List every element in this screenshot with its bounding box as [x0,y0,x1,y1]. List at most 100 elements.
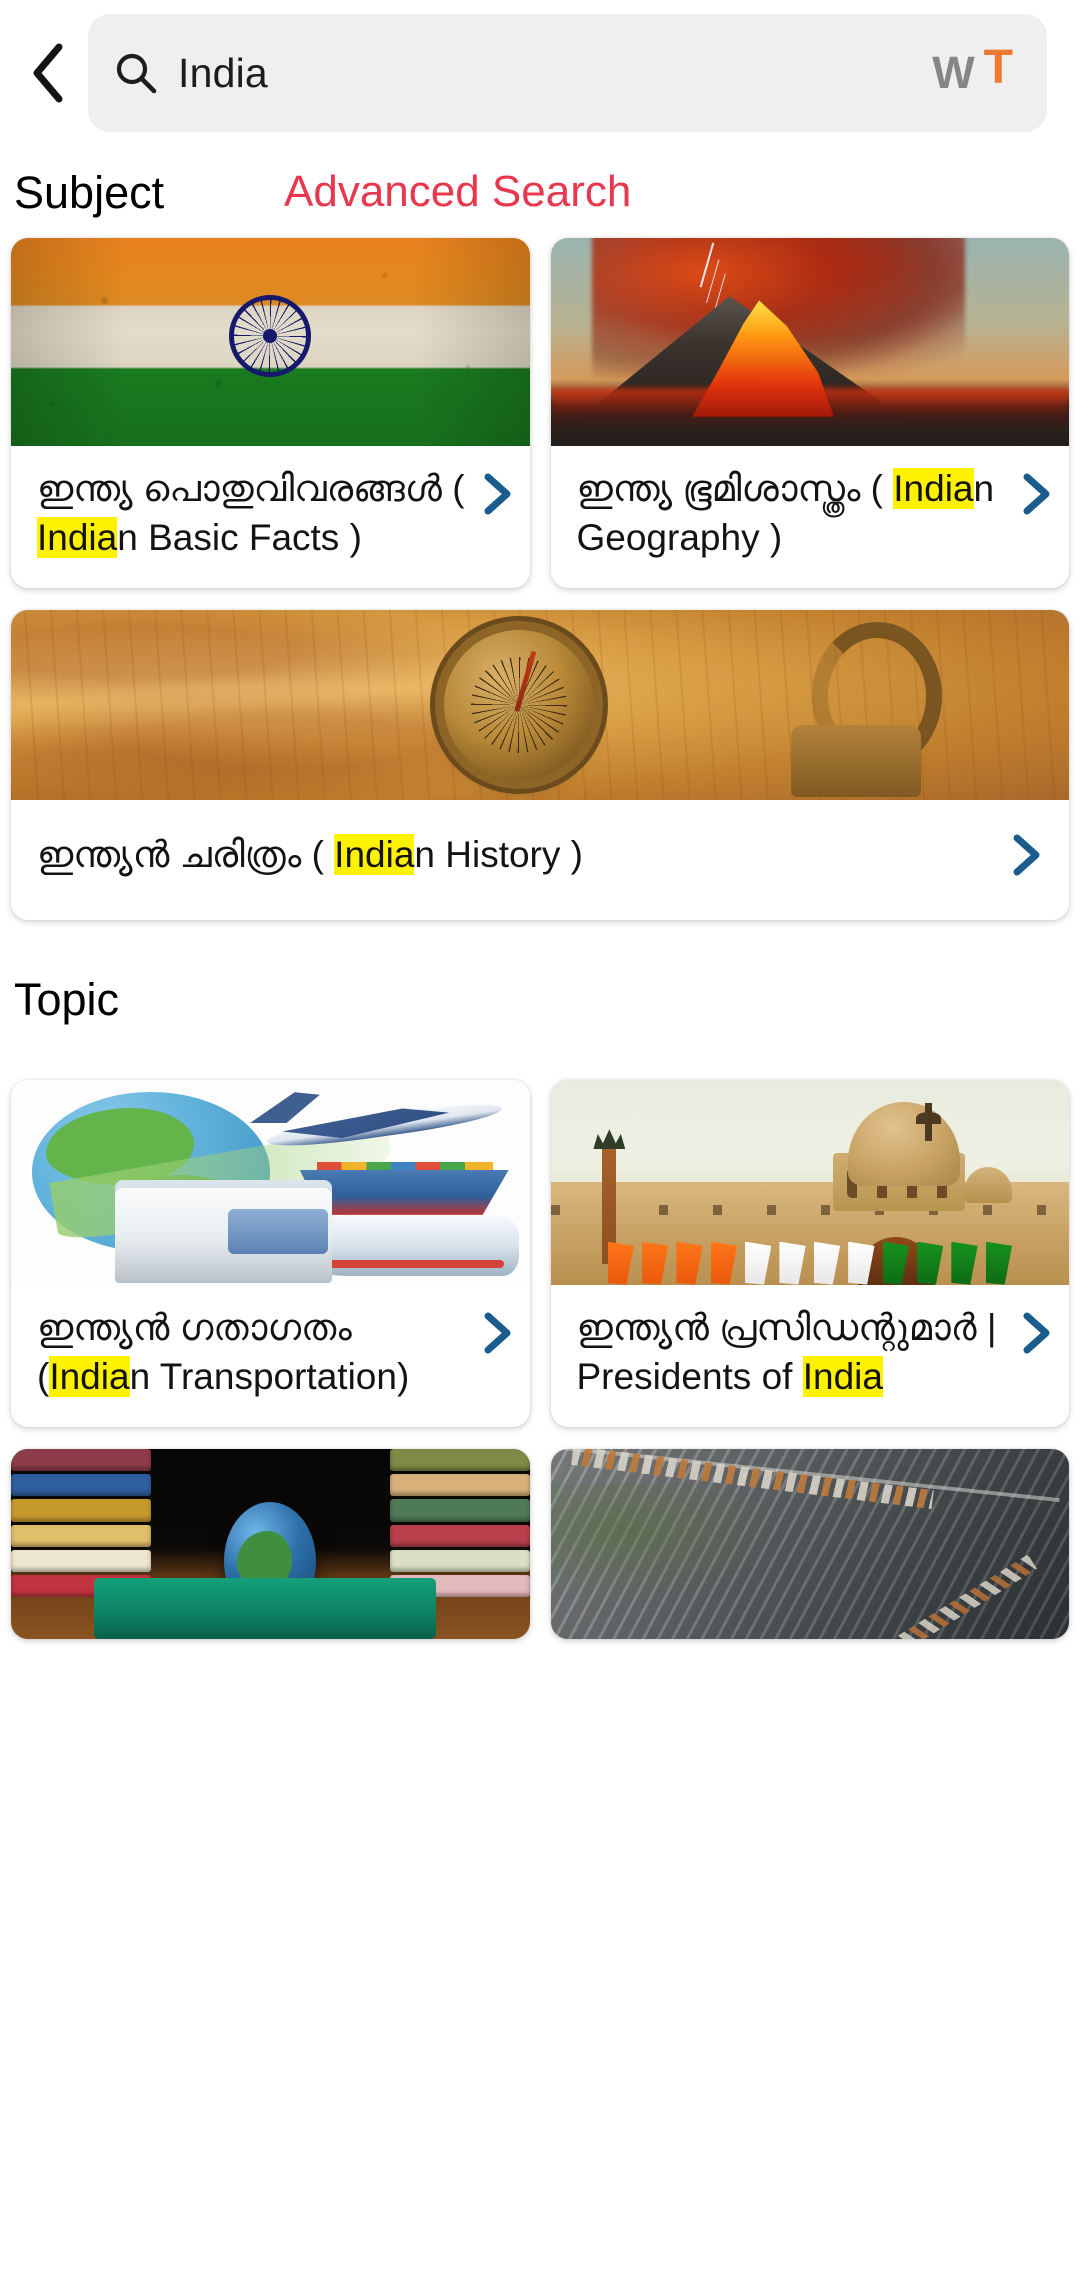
chevron-right-icon[interactable] [480,464,514,516]
flag-white [848,1241,875,1285]
subject-card-label: ഇന്ത്യൻ ചരിത്രം ( Indian History ) [37,830,1001,879]
topic-card-body: ഇന്ത്യൻ ഗതാഗതം (Indian Transportation) [11,1285,530,1427]
flag-saffron [607,1241,634,1285]
education-books-globe-image [11,1449,530,1640]
ashoka-chakra-icon [229,294,312,377]
label-prefix: ഇന്ത്യ ഭൂമിശാസ്ത്രം ( [576,468,894,509]
topic-card-transportation[interactable]: ഇന്ത്യൻ ഗതാഗതം (Indian Transportation) [11,1079,530,1428]
book [11,1449,151,1472]
search-results-screen: India W T Subject Advanced Search ഇന്ത്യ… [0,0,1080,2289]
book [389,1524,530,1547]
back-button[interactable] [10,18,88,128]
book-stack-right [389,1449,530,1598]
flag-white [779,1241,806,1285]
subject-card-grid: ഇന്ത്യ പൊതുവിവരങ്ങൾ ( Indian Basic Facts… [0,238,1080,589]
topic-card-grid: ഇന്ത്യൻ ഗതാഗതം (Indian Transportation) ഇ… [0,1079,1080,1640]
chevron-left-icon [29,42,69,104]
dome-spire [915,1103,941,1142]
education-book [93,1578,437,1640]
book [11,1474,151,1497]
subject-card-body: ഇന്ത്യൻ ചരിത്രം ( Indian History ) [11,800,1069,919]
india-flag-image [11,238,530,446]
search-term-highlight: India [802,1355,883,1397]
label-suffix: n History ) [414,834,583,876]
dome [848,1102,961,1187]
book [389,1474,530,1497]
volcano-ground-glow [550,387,1069,434]
subject-card-label: ഇന്ത്യ ഭൂമിശാസ്ത്രം ( Indian Geography ) [577,464,1012,562]
flag-white [745,1241,772,1285]
search-term-highlight: India [49,1355,130,1397]
chevron-right-icon[interactable] [1019,464,1053,516]
book-stack-left [11,1449,151,1598]
topic-grid-column-right: ഇന്ത്യൻ പ്രസിഡന്റുമാർ | Presidents of In… [550,1079,1070,1640]
airplane-tail [249,1092,320,1124]
subject-card-geography[interactable]: ഇന്ത്യ ഭൂമിശാസ്ത്രം ( Indian Geography ) [550,238,1070,589]
chevron-right-icon[interactable] [1019,1303,1053,1355]
airplane-icon [244,1088,514,1162]
toggle-w-label: W [932,47,975,98]
book [11,1499,151,1522]
topic-card-body: ഇന്ത്യൻ പ്രസിഡന്റുമാർ | Presidents of In… [551,1285,1070,1427]
flag-saffron [710,1241,738,1285]
subject-card-body: ഇന്ത്യ ഭൂമിശാസ്ത്രം ( Indian Geography ) [551,446,1070,588]
advanced-search-link[interactable]: Advanced Search [284,170,631,214]
label-suffix: n Transportation) [129,1355,410,1397]
chevron-right-icon[interactable] [480,1303,514,1355]
topic-card-presidents[interactable]: ഇന്ത്യൻ പ്രസിഡന്റുമാർ | Presidents of In… [550,1079,1070,1428]
volcano-image [550,238,1069,446]
label-suffix: n Basic Facts ) [117,517,362,559]
top-search-bar: India W T [0,0,1080,146]
flag-saffron [641,1241,669,1285]
topic-card-label: ഇന്ത്യൻ പ്രസിഡന്റുമാർ | Presidents of In… [577,1303,1012,1401]
book [389,1449,530,1472]
topic-card-education[interactable] [11,1449,530,1640]
subject-card-basic-facts[interactable]: ഇന്ത്യ പൊതുവിവരങ്ങൾ ( Indian Basic Facts… [11,238,530,589]
transportation-image [11,1079,530,1285]
toggle-t-label: T [983,41,1013,94]
page-title-topic: Topic [14,974,120,1026]
search-input[interactable]: India W T [88,14,1047,132]
subject-card-history[interactable]: ഇന്ത്യൻ ചരിത്രം ( Indian History ) [11,610,1069,920]
word-translate-toggle[interactable]: W T [932,44,1019,98]
subject-grid-column-left: ഇന്ത്യ പൊതുവിവരങ്ങൾ ( Indian Basic Facts… [11,238,530,589]
flag-green [951,1241,978,1285]
turret-right [963,1166,1012,1203]
flag-saffron [676,1241,703,1285]
search-icon [114,51,158,95]
subject-grid-column-full: ഇന്ത്യൻ ചരിത്രം ( Indian History ) [11,610,1069,920]
page-title-subject: Subject [14,166,165,218]
label-prefix: ഇന്ത്യ പൊതുവിവരങ്ങൾ ( [37,468,465,509]
antique-compass-map-image [11,610,1069,801]
topic-grid-column-left: ഇന്ത്യൻ ഗതാഗതം (Indian Transportation) [11,1079,530,1640]
rashtrapati-bhavan-image [550,1079,1069,1285]
book [11,1549,151,1573]
compass-icon [443,630,594,781]
subject-wide-card-row: ഇന്ത്യൻ ചരിത്രം ( Indian History ) [0,610,1080,920]
flag-green [882,1241,909,1285]
label-prefix: ഇന്ത്യൻ ചരിത്രം ( [37,834,335,876]
topic-card-label: ഇന്ത്യൻ ഗതാഗതം (Indian Transportation) [37,1303,472,1401]
chevron-right-icon[interactable] [1009,833,1043,877]
subject-section-header: Subject Advanced Search [0,146,1080,238]
truck-icon [114,1180,333,1283]
mountain-road-trucks-image [550,1449,1069,1640]
book [389,1499,530,1522]
label-prefix: ഇന്ത്യൻ പ്രസിഡന്റുമാർ | Presidents of [576,1306,997,1397]
subject-card-label: ഇന്ത്യ പൊതുവിവരങ്ങൾ ( Indian Basic Facts… [37,464,472,562]
flag-green [916,1241,944,1285]
flag-white [813,1241,841,1285]
search-term-highlight: India [893,468,974,509]
book [389,1549,530,1573]
book [11,1524,151,1547]
subject-card-body: ഇന്ത്യ പൊതുവിവരങ്ങൾ ( Indian Basic Facts… [11,446,530,588]
topic-card-mountain-road[interactable] [550,1449,1069,1640]
compass-wooden-base [790,724,921,797]
tricolor-flag-row [607,1241,1013,1285]
subject-grid-column-right: ഇന്ത്യ ഭൂമിശാസ്ത്രം ( Indian Geography ) [550,238,1070,589]
topic-section-header: Topic [0,920,1080,1080]
search-input-value[interactable]: India [158,53,932,94]
search-term-highlight: India [334,834,415,876]
search-term-highlight: India [37,517,118,559]
flag-green [985,1241,1013,1285]
